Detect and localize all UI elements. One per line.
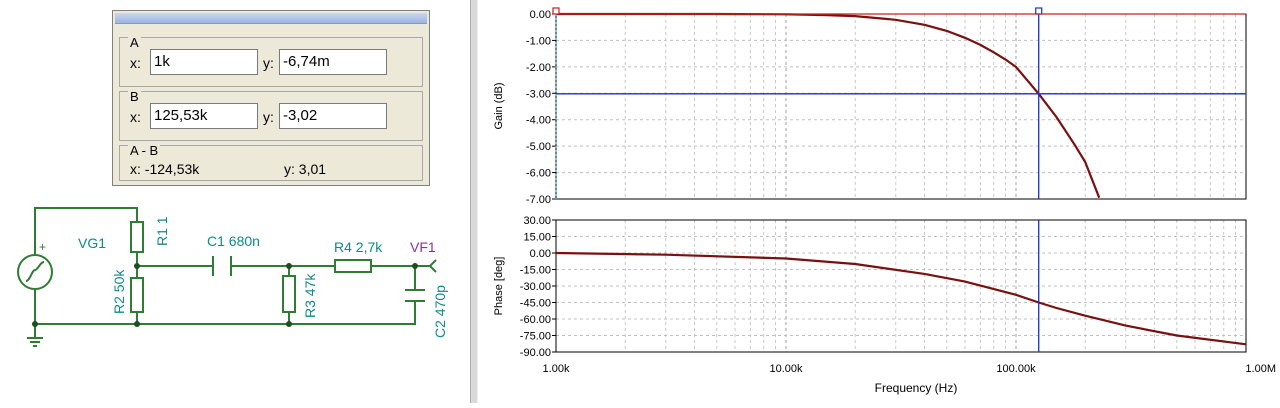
x-tick-label: 10.00k — [769, 363, 803, 375]
y-tick-label: -1.00 — [526, 35, 551, 47]
frequency-x-ticks: 1.00k 10.00k 100.00k 1.00M — [543, 363, 1276, 375]
vg1-plus-label: + — [39, 240, 46, 254]
cursor-diff-title: A - B — [128, 143, 161, 158]
cursor-a-group: A x: 1k y: -6,74m — [119, 35, 423, 87]
phase-chart: 30.00 15.00 0.00 -15.00 -30.00 -45.00 -60.00 -7… — [493, 215, 1247, 359]
vg1-source-symbol — [17, 254, 53, 290]
cursor-diff-group: A - B x: -124,53k y: 3,01 — [119, 143, 423, 181]
frequency-x-axis-label: Frequency (Hz) — [875, 381, 958, 395]
r4-label: R4 2,7k — [334, 239, 383, 255]
gain-plot-frame — [555, 13, 1247, 200]
r3-resistor — [282, 275, 296, 313]
cursor-a-title: A — [128, 35, 141, 50]
cursor-b-y-field[interactable]: -3,02 — [279, 103, 387, 129]
phase-series — [555, 251, 1247, 346]
gain-y-ticks: 0.00 -1.00 -2.00 -3.00 -4.00 -5.00 -6.00 -7.00 — [526, 9, 556, 206]
y-tick-label: -2.00 — [526, 62, 551, 74]
y-tick-label: 15.00 — [523, 232, 551, 244]
series-line — [556, 12, 1101, 199]
y-tick-label: -45.00 — [520, 298, 551, 310]
vg1-label: VG1 — [78, 235, 106, 251]
x-tick-label: 1.00M — [1245, 363, 1276, 375]
gain-grid — [555, 13, 1246, 200]
cursor-diff-x: x: -124,53k — [130, 161, 200, 177]
left-pane: A x: 1k y: -6,74m B x: 125,53k y: -3,02 … — [0, 0, 470, 403]
bode-plot: 0.00-1.00-2.00-3.00-4.00-5.00-6.00-7.00 … — [493, 7, 1276, 395]
cursor-b-group: B x: 125,53k y: -3,02 — [119, 89, 423, 141]
phase-grid — [555, 219, 1246, 353]
y-tick-label: -4.00 — [526, 115, 551, 127]
y-tick-label: 0.00 — [530, 248, 551, 260]
vf1-label: VF1 — [410, 239, 436, 255]
y-tick-label: -75.00 — [520, 331, 551, 343]
y-tick-label: -6.00 — [526, 168, 551, 180]
y-tick-label: -60.00 — [520, 314, 551, 326]
circuit-schematic: + VG1 R1 1 R2 50k C1 680n R3 47k R4 2,7k… — [17, 207, 448, 347]
pane-splitter[interactable] — [470, 0, 478, 403]
c2-label: C2 470p — [432, 285, 448, 338]
ground-symbol — [27, 337, 43, 347]
gain-cursors[interactable] — [552, 7, 1246, 199]
c1-label: C1 680n — [207, 233, 260, 249]
cursor-a-x-field[interactable]: 1k — [150, 49, 258, 75]
cursor-b-x-field[interactable]: 125,53k — [150, 103, 258, 129]
c1-capacitor — [212, 256, 232, 276]
gain-chart: 0.00-1.00-2.00-3.00-4.00-5.00-6.00-7.00 … — [493, 7, 1247, 206]
cursor-a-handle — [552, 7, 560, 15]
y-tick-label: 0.00 — [530, 9, 551, 21]
vg1-source-wave — [25, 261, 45, 282]
phase-y-axis-label: Phase [deg] — [493, 257, 505, 316]
c2-capacitor — [405, 289, 425, 302]
series-line — [555, 251, 1247, 346]
r1-resistor — [130, 221, 144, 253]
r2-label: R2 50k — [111, 269, 127, 314]
r2-resistor — [130, 277, 144, 313]
y-tick-label: 30.00 — [523, 215, 551, 227]
r4-resistor — [334, 259, 372, 273]
y-tick-label: -3.00 — [526, 88, 551, 100]
phase-y-ticks: 30.00 15.00 0.00 -15.00 -30.00 -45.00 -60.00 -7… — [520, 215, 556, 359]
cursor-b-y-label: y: — [263, 109, 274, 125]
vf1-probe-symbol — [429, 259, 437, 273]
gain-y-axis-label: Gain (dB) — [493, 82, 505, 129]
cursor-a-x-label: x: — [130, 55, 141, 71]
y-tick-label: -7.00 — [526, 194, 551, 206]
y-tick-label: -15.00 — [520, 265, 551, 277]
cursor-a-y-field[interactable]: -6,74m — [279, 49, 387, 75]
x-tick-label: 100.00k — [996, 363, 1036, 375]
cursor-b-x-label: x: — [130, 109, 141, 125]
cursor-b-title: B — [128, 89, 141, 104]
y-tick-label: -30.00 — [520, 281, 551, 293]
r1-label: R1 1 — [154, 216, 170, 246]
y-tick-label: -5.00 — [526, 141, 551, 153]
cursor-b-handle — [1035, 7, 1043, 15]
r3-label: R3 47k — [302, 273, 318, 318]
y-tick-label: -90.00 — [520, 347, 551, 359]
bode-plot-pane: 0.00 -1.00 -2.00 -3.00 -4.00 -5.00 -6.00 -7.00 … — [478, 0, 1280, 403]
cursor-a-y-label: y: — [263, 55, 274, 71]
cursor-window-titlebar[interactable] — [115, 13, 427, 24]
cursor-readout-window: A x: 1k y: -6,74m B x: 125,53k y: -3,02 … — [112, 10, 430, 186]
x-tick-label: 1.00k — [543, 363, 570, 375]
cursor-diff-y: y: 3,01 — [284, 161, 327, 177]
gain-series — [556, 12, 1101, 199]
